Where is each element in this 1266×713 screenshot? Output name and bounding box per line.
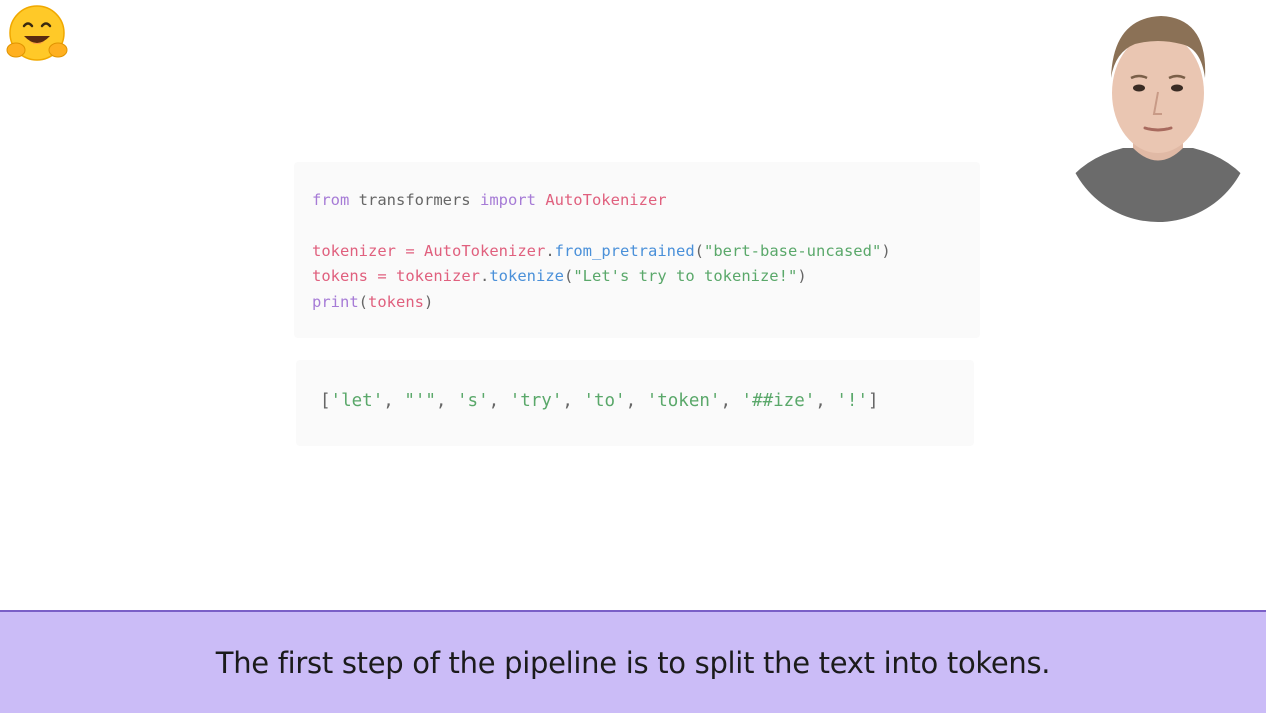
hugging-face-emoji-icon [6,5,68,61]
code-block: from transformers import AutoTokenizer t… [294,162,980,338]
code-line-tokenizer: tokenizer = AutoTokenizer.from_pretraine… [312,242,891,260]
caption-text: The first step of the pipeline is to spl… [215,646,1051,680]
presenter-video-icon [1063,16,1253,222]
output-block: ['let', "'", 's', 'try', 'to', 'token', … [296,360,974,446]
output-token-list: ['let', "'", 's', 'try', 'to', 'token', … [320,391,879,411]
caption-bar: The first step of the pipeline is to spl… [0,610,1266,713]
code-line-import: from transformers import AutoTokenizer [312,191,667,209]
code-line-print: print(tokens) [312,293,434,311]
code-line-tokens: tokens = tokenizer.tokenize("Let's try t… [312,267,807,285]
